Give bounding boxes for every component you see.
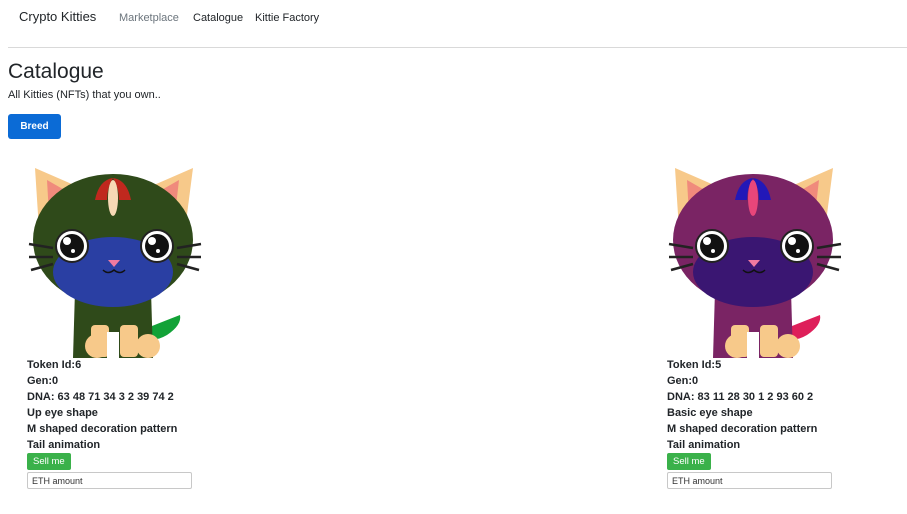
nav-catalogue[interactable]: Catalogue [193,12,243,24]
generation: Gen:0 [667,375,699,387]
eye-shape: Basic eye shape [667,407,753,419]
token-id: Token Id:6 [27,359,82,371]
brand-link[interactable]: Crypto Kitties [19,9,96,24]
generation: Gen:0 [27,375,59,387]
nav-marketplace[interactable]: Marketplace [119,12,179,24]
sell-button[interactable]: Sell me [27,453,71,470]
eth-amount-input[interactable] [667,472,832,489]
decoration-pattern: M shaped decoration pattern [667,423,818,435]
nav-kittie-factory[interactable]: Kittie Factory [255,12,319,24]
animation: Tail animation [667,439,741,451]
page-title: Catalogue [8,60,104,83]
kitty-card: Token Id:6 Gen:0 DNA: 63 48 71 34 3 2 39… [27,160,227,500]
token-id: Token Id:5 [667,359,722,371]
kitty-card: Token Id:5 Gen:0 DNA: 83 11 28 30 1 2 93… [667,160,867,500]
dna: DNA: 83 11 28 30 1 2 93 60 2 [667,391,814,403]
breed-button[interactable]: Breed [8,114,61,139]
animation: Tail animation [27,439,101,451]
page-subtitle: All Kitties (NFTs) that you own.. [8,89,161,101]
sell-button[interactable]: Sell me [667,453,711,470]
navbar: Crypto Kitties Marketplace Catalogue Kit… [0,0,907,36]
kitty-image [668,168,842,358]
decoration-pattern: M shaped decoration pattern [27,423,178,435]
divider [8,47,907,48]
eth-amount-input[interactable] [27,472,192,489]
eye-shape: Up eye shape [27,407,98,419]
kitty-image [28,168,202,358]
dna: DNA: 63 48 71 34 3 2 39 74 2 [27,391,174,403]
